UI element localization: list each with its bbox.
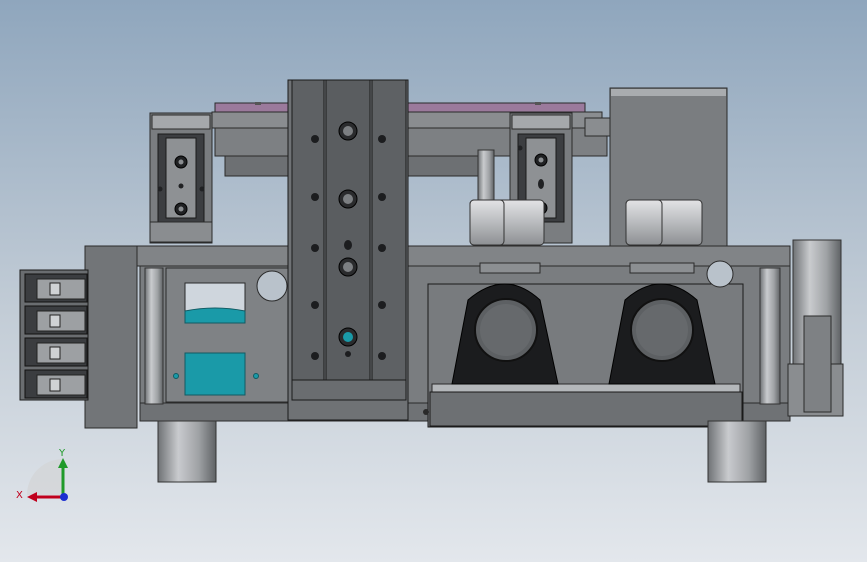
left-access-panel bbox=[165, 267, 291, 403]
x-axis-label: X bbox=[16, 490, 23, 501]
left-side-roller bbox=[144, 267, 164, 405]
coordinate-triad[interactable]: Y X bbox=[16, 448, 68, 502]
vertical-lift-column bbox=[287, 79, 409, 421]
left-slide-block bbox=[149, 112, 213, 244]
support-leg-right bbox=[707, 420, 767, 483]
cad-graphics-viewport[interactable]: Y X bbox=[0, 0, 867, 562]
solenoid-valve-stack bbox=[19, 269, 89, 401]
right-side-roller bbox=[759, 267, 781, 405]
assembly-front-view[interactable]: Y X bbox=[0, 0, 867, 562]
guide-shaft bbox=[477, 149, 495, 201]
support-leg-left bbox=[157, 420, 217, 483]
z-axis-dot bbox=[60, 493, 68, 501]
y-axis-label: Y bbox=[58, 448, 66, 459]
right-end-cylinder bbox=[787, 239, 844, 417]
